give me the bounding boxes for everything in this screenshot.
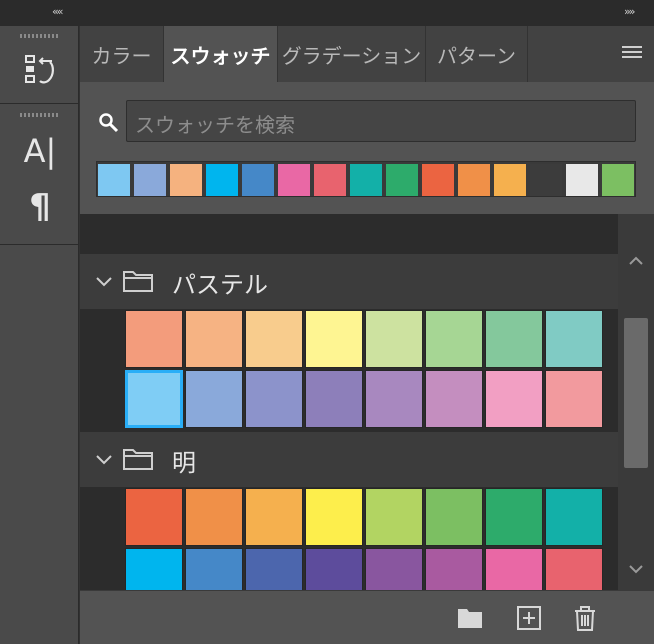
panel-top-bar: «« »» (0, 0, 654, 26)
recent-swatch[interactable] (602, 164, 634, 196)
swatches-panel: カラー スウォッチ グラデーション パターン スウォッチを検索 パステル 明 (80, 26, 654, 644)
group-name: 明 (172, 449, 196, 477)
paragraph-icon[interactable]: ¶ (20, 187, 60, 227)
swatch[interactable] (485, 310, 543, 368)
recent-swatch[interactable] (566, 164, 598, 196)
recent-swatch[interactable] (278, 164, 310, 196)
swatch[interactable] (545, 488, 603, 546)
scroll-down-icon[interactable] (628, 564, 644, 574)
swatch[interactable] (305, 488, 363, 546)
search-icon (98, 112, 120, 134)
swatch[interactable] (365, 548, 423, 590)
panel-menu-icon[interactable] (622, 46, 642, 60)
tab-swatches[interactable]: スウォッチ (164, 26, 278, 82)
swatch[interactable] (125, 548, 183, 590)
recent-swatch[interactable] (134, 164, 166, 196)
swatch[interactable] (365, 310, 423, 368)
swatch[interactable] (305, 310, 363, 368)
recent-swatch[interactable] (530, 164, 562, 196)
swatch[interactable] (245, 488, 303, 546)
tab-gradients[interactable]: グラデーション (278, 26, 426, 82)
history-icon[interactable] (20, 50, 60, 90)
swatch[interactable] (545, 370, 603, 428)
recent-swatch[interactable] (494, 164, 526, 196)
tool-strip: A| ¶ (0, 26, 79, 644)
swatch[interactable] (485, 548, 543, 590)
scroll-up-icon[interactable] (628, 256, 644, 266)
swatch[interactable] (245, 370, 303, 428)
swatch-group-header[interactable]: 明 (80, 432, 618, 487)
recent-swatch[interactable] (242, 164, 274, 196)
tool-group-history (0, 26, 78, 104)
recent-swatch[interactable] (458, 164, 490, 196)
drag-grip[interactable] (20, 113, 58, 117)
recent-swatches (96, 161, 636, 197)
swatch[interactable] (185, 370, 243, 428)
recent-swatch[interactable] (422, 164, 454, 196)
new-group-folder-icon[interactable] (457, 605, 483, 631)
delete-trash-icon[interactable] (572, 605, 598, 631)
swatch[interactable] (305, 548, 363, 590)
swatch[interactable] (245, 310, 303, 368)
swatch[interactable] (365, 370, 423, 428)
panel-footer (80, 590, 654, 644)
tab-color[interactable]: カラー (80, 26, 164, 82)
new-swatch-icon[interactable] (516, 605, 542, 631)
swatch[interactable] (185, 548, 243, 590)
recent-swatch[interactable] (170, 164, 202, 196)
swatch[interactable] (125, 370, 183, 428)
recent-swatch[interactable] (350, 164, 382, 196)
swatch[interactable] (245, 548, 303, 590)
swatch[interactable] (125, 488, 183, 546)
swatch[interactable] (185, 310, 243, 368)
recent-swatch[interactable] (98, 164, 130, 196)
swatch[interactable] (425, 548, 483, 590)
swatch[interactable] (425, 370, 483, 428)
recent-swatch[interactable] (206, 164, 238, 196)
folder-icon (123, 271, 153, 292)
tool-group-type: A| ¶ (0, 105, 78, 245)
collapse-right-icon[interactable]: »» (624, 5, 636, 18)
recent-swatch[interactable] (386, 164, 418, 196)
chevron-down-icon[interactable] (94, 449, 114, 469)
collapse-left-icon[interactable]: «« (52, 5, 64, 18)
swatch[interactable] (125, 310, 183, 368)
swatch[interactable] (185, 488, 243, 546)
swatch[interactable] (545, 310, 603, 368)
swatch[interactable] (305, 370, 363, 428)
drag-grip[interactable] (20, 34, 58, 38)
swatch-group-header[interactable]: パステル (80, 254, 618, 309)
recent-swatch[interactable] (314, 164, 346, 196)
group-name: パステル (172, 271, 268, 299)
search-input[interactable]: スウォッチを検索 (126, 100, 636, 142)
swatch[interactable] (425, 310, 483, 368)
tab-patterns[interactable]: パターン (426, 26, 528, 82)
character-icon[interactable]: A| (20, 131, 60, 171)
folder-icon (123, 449, 153, 470)
tab-bar: カラー スウォッチ グラデーション パターン (80, 26, 654, 82)
swatch[interactable] (545, 548, 603, 590)
swatch-list: パステル 明 (80, 214, 654, 590)
scrollbar-thumb[interactable] (624, 318, 648, 468)
swatch[interactable] (425, 488, 483, 546)
swatch[interactable] (485, 370, 543, 428)
vertical-scrollbar[interactable] (618, 214, 654, 590)
swatch[interactable] (365, 488, 423, 546)
swatch[interactable] (485, 488, 543, 546)
chevron-down-icon[interactable] (94, 271, 114, 291)
